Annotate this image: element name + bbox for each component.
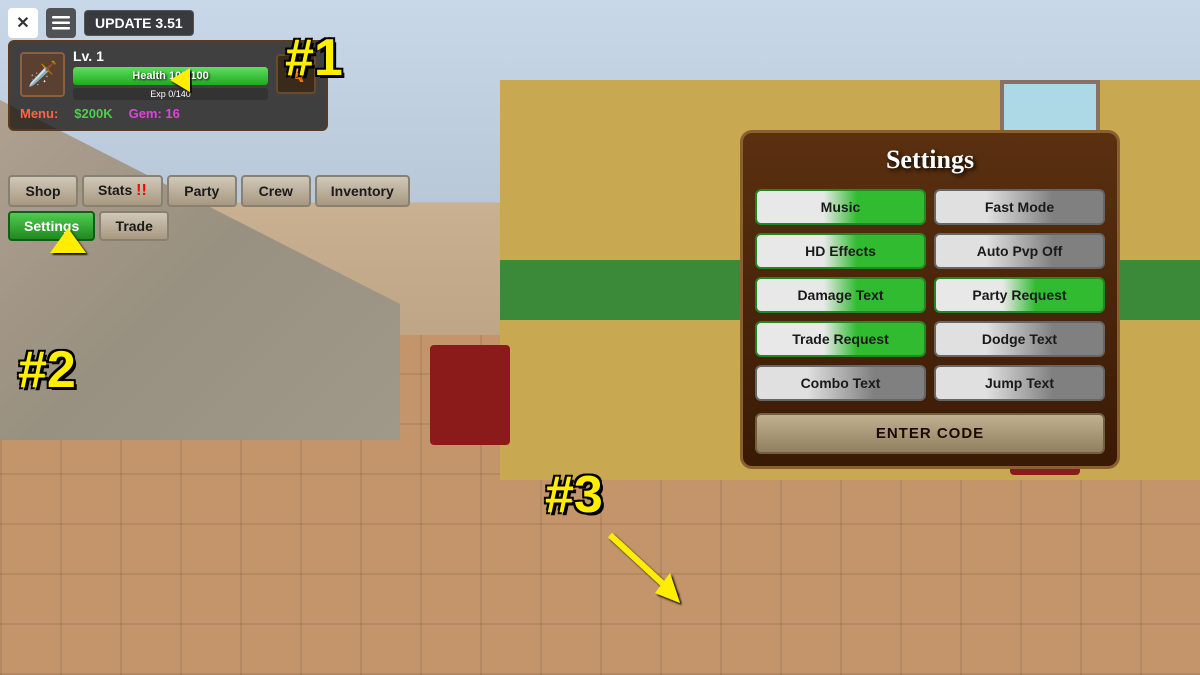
character-hud: 🗡️ Lv. 1 Health 100/100 Exp 0/140 🔫 Menu… xyxy=(8,40,328,131)
char-icon: 🗡️ xyxy=(28,60,58,89)
setting-auto-pvp[interactable]: Auto Pvp Off xyxy=(934,233,1105,269)
roblox-icon[interactable]: ✕ xyxy=(8,8,38,38)
setting-party-request[interactable]: Party Request xyxy=(934,277,1105,313)
gem-amount: Gem: 16 xyxy=(129,106,180,121)
char-info: Lv. 1 Health 100/100 Exp 0/140 xyxy=(73,48,268,100)
setting-fast-mode[interactable]: Fast Mode xyxy=(934,189,1105,225)
chair-shape-left xyxy=(430,365,510,445)
setting-jump-text[interactable]: Jump Text xyxy=(934,365,1105,401)
top-hud: ✕ UPDATE 3.51 🗡️ Lv. 1 Health 100/100 xyxy=(8,8,328,131)
char-portrait: 🗡️ xyxy=(20,52,65,97)
currency-row: Menu: $200K Gem: 16 xyxy=(20,104,316,123)
nav-inventory[interactable]: Inventory xyxy=(315,175,410,207)
chair-left xyxy=(430,365,510,445)
setting-music[interactable]: Music xyxy=(755,189,926,225)
nav-row-1: Shop Stats !! Party Crew Inventory xyxy=(8,175,410,207)
health-bar: Health 100/100 xyxy=(73,67,268,85)
update-badge: UPDATE 3.51 xyxy=(84,10,194,36)
nav-row-2: Settings Trade xyxy=(8,211,410,241)
nav-settings[interactable]: Settings xyxy=(8,211,95,241)
stats-notif: !! xyxy=(136,182,147,199)
settings-grid: Music Fast Mode HD Effects Auto Pvp Off … xyxy=(755,189,1105,401)
char-top: 🗡️ Lv. 1 Health 100/100 Exp 0/140 🔫 xyxy=(20,48,316,100)
setting-dodge-text[interactable]: Dodge Text xyxy=(934,321,1105,357)
setting-damage-text[interactable]: Damage Text xyxy=(755,277,926,313)
settings-panel: Settings Music Fast Mode HD Effects Auto… xyxy=(740,130,1120,469)
setting-combo-text[interactable]: Combo Text xyxy=(755,365,926,401)
exp-bar: Exp 0/140 xyxy=(73,88,268,100)
nav-shop[interactable]: Shop xyxy=(8,175,78,207)
nav-crew[interactable]: Crew xyxy=(241,175,311,207)
setting-trade-request[interactable]: Trade Request xyxy=(755,321,926,357)
nav-stats[interactable]: Stats !! xyxy=(82,175,163,207)
nav-trade[interactable]: Trade xyxy=(99,211,169,241)
settings-title: Settings xyxy=(755,145,1105,175)
setting-hd-effects[interactable]: HD Effects xyxy=(755,233,926,269)
nav-buttons: Shop Stats !! Party Crew Inventory Setti… xyxy=(8,175,410,241)
char-level: Lv. 1 xyxy=(73,48,268,64)
weapon-icon: 🔫 xyxy=(276,54,316,94)
health-text: Health 100/100 xyxy=(73,67,268,85)
menu-label: Menu: xyxy=(20,106,58,121)
menu-icon[interactable] xyxy=(46,8,76,38)
enter-code-button[interactable]: ENTER CODE xyxy=(755,413,1105,454)
nav-party[interactable]: Party xyxy=(167,175,237,207)
exp-text: Exp 0/140 xyxy=(73,88,268,100)
beli-amount: $200K xyxy=(74,106,112,121)
hud-top-row: ✕ UPDATE 3.51 xyxy=(8,8,328,38)
